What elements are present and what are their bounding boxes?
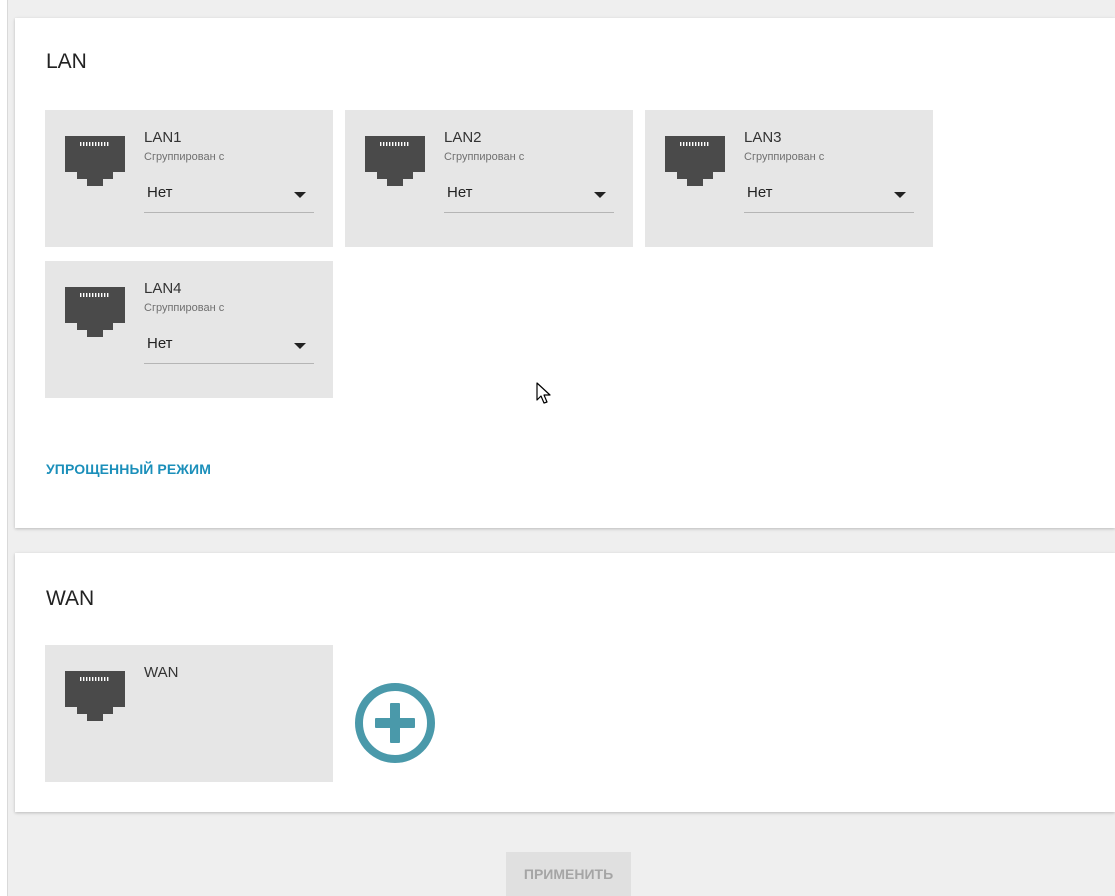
port-name: LAN1 (144, 129, 182, 146)
left-panel-edge (0, 0, 8, 896)
top-gap (8, 0, 1115, 8)
caret-down-icon (894, 192, 906, 198)
simple-mode-link[interactable]: УПРОЩЕННЫЙ РЕЖИМ (46, 461, 211, 477)
ethernet-port-icon (665, 136, 725, 186)
caret-down-icon (294, 192, 306, 198)
lan-section-title: LAN (46, 50, 87, 73)
ethernet-port-icon (65, 136, 125, 186)
port-tile-lan1: LAN1 Сгруппирован с Нет (45, 110, 333, 247)
group-select-lan2[interactable]: Нет (444, 176, 614, 213)
group-select-lan4[interactable]: Нет (144, 327, 314, 364)
port-name: LAN2 (444, 129, 482, 146)
port-group-label: Сгруппирован с (144, 302, 225, 314)
ethernet-port-icon (65, 671, 125, 721)
group-select-value: Нет (147, 184, 173, 201)
mouse-pointer-icon (536, 382, 551, 404)
add-wan-button[interactable] (353, 681, 437, 765)
ethernet-port-icon (365, 136, 425, 186)
group-select-value: Нет (747, 184, 773, 201)
caret-down-icon (594, 192, 606, 198)
wan-section-title: WAN (46, 587, 95, 610)
group-select-value: Нет (147, 335, 173, 352)
port-group-label: Сгруппирован с (144, 151, 225, 163)
group-select-lan3[interactable]: Нет (744, 176, 914, 213)
port-name: WAN (144, 664, 179, 681)
port-tile-wan[interactable]: WAN (45, 645, 333, 782)
ethernet-port-icon (65, 287, 125, 337)
lan-card: LAN LAN1 Сгруппирован с Нет LAN2 Сгруппи… (15, 18, 1115, 528)
port-name: LAN3 (744, 129, 782, 146)
group-select-lan1[interactable]: Нет (144, 176, 314, 213)
port-group-label: Сгруппирован с (744, 151, 825, 163)
caret-down-icon (294, 343, 306, 349)
port-group-label: Сгруппирован с (444, 151, 525, 163)
wan-card: WAN WAN (15, 553, 1115, 812)
port-tile-lan4: LAN4 Сгруппирован с Нет (45, 261, 333, 398)
port-tile-lan2: LAN2 Сгруппирован с Нет (345, 110, 633, 247)
apply-button[interactable]: ПРИМЕНИТЬ (506, 852, 631, 896)
group-select-value: Нет (447, 184, 473, 201)
port-name: LAN4 (144, 280, 182, 297)
port-tile-lan3: LAN3 Сгруппирован с Нет (645, 110, 933, 247)
